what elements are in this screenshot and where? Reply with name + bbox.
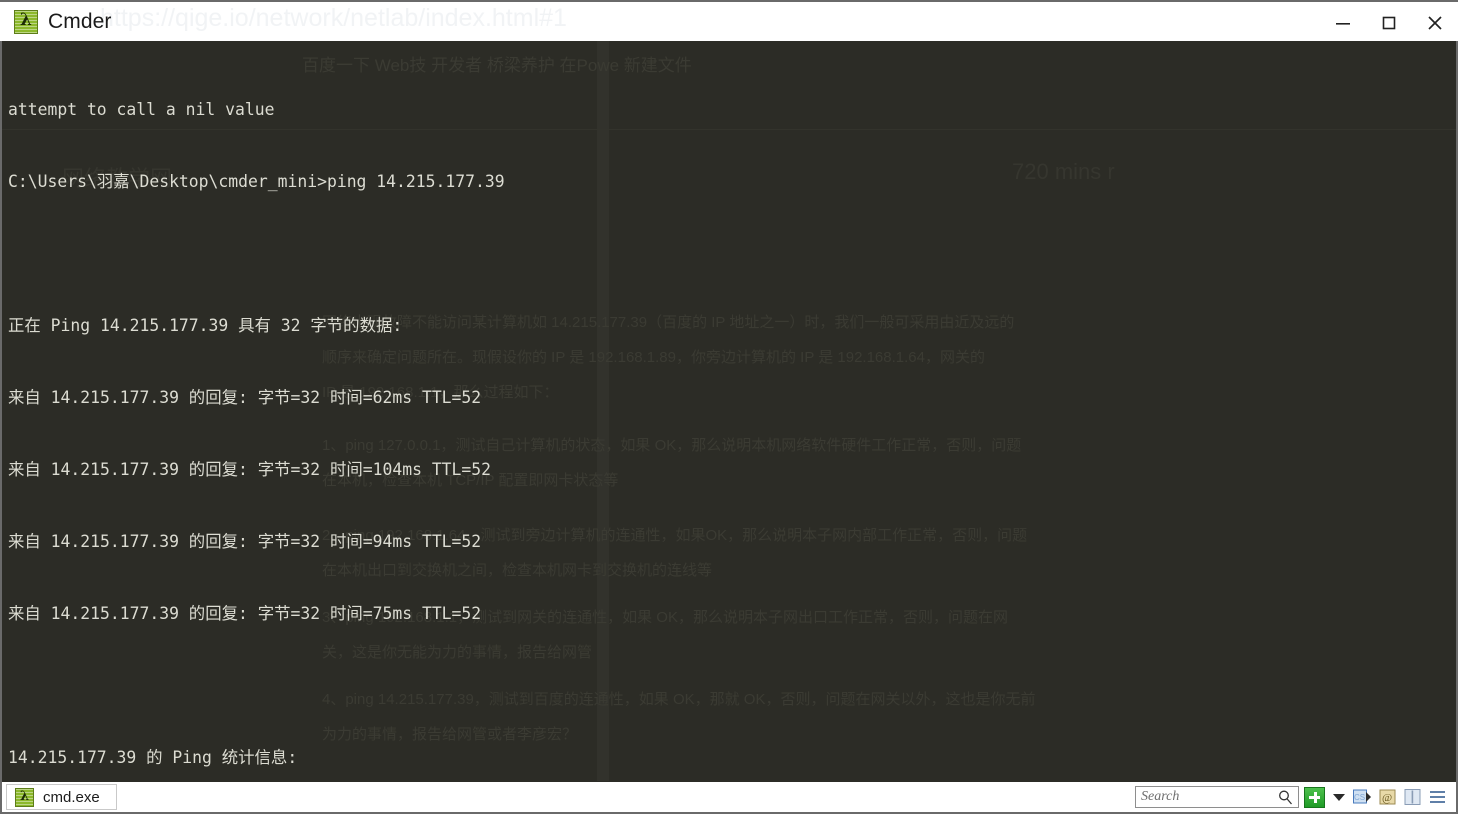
terminal-line: attempt to call a nil value — [8, 100, 275, 119]
lambda-glyph: λ — [20, 10, 32, 30]
terminal-line: 来自 14.215.177.39 的回复: 字节=32 时间=62ms TTL=… — [8, 388, 482, 407]
terminal-line: 来自 14.215.177.39 的回复: 字节=32 时间=104ms TTL… — [8, 460, 492, 479]
terminal-line: 正在 Ping 14.215.177.39 具有 32 字节的数据: — [8, 316, 403, 335]
search-icon[interactable] — [1277, 789, 1294, 811]
tab-strip: λ cmd.exe — [2, 781, 117, 813]
background-url-watermark: https://qige.io/network/netlab/index.htm… — [100, 4, 567, 32]
csdn-watermark-icon[interactable]: CS — [1353, 787, 1373, 807]
cmder-lambda-icon: λ — [14, 9, 38, 34]
terminal-line: 来自 14.215.177.39 的回复: 字节=32 时间=94ms TTL=… — [8, 532, 482, 551]
at-sign-icon[interactable]: @ — [1378, 787, 1398, 807]
terminal-panel[interactable]: 百度一下 Web技 开发者 桥梁养护 在Powe 新建文件 网络教学网 720 … — [0, 41, 1458, 782]
tab-cmd-exe[interactable]: λ cmd.exe — [6, 784, 117, 810]
chevron-down-icon[interactable] — [1333, 793, 1345, 801]
search-input[interactable]: Search — [1135, 786, 1299, 808]
terminal-line: 14.215.177.39 的 Ping 统计信息: — [8, 748, 298, 767]
window-controls — [1320, 2, 1458, 43]
close-button[interactable] — [1412, 2, 1458, 43]
window-title: Cmder — [48, 9, 112, 33]
svg-text:CS: CS — [1354, 793, 1365, 802]
svg-text:@: @ — [1382, 792, 1392, 804]
tab-lambda-icon: λ — [15, 787, 34, 807]
status-bar: λ cmd.exe Search CS @ — [0, 782, 1458, 814]
minimize-button[interactable] — [1320, 2, 1366, 43]
maximize-button[interactable] — [1366, 2, 1412, 43]
book-icon[interactable] — [1403, 787, 1423, 807]
cmder-window: https://qige.io/network/netlab/index.htm… — [0, 0, 1458, 814]
title-bar[interactable]: https://qige.io/network/netlab/index.htm… — [0, 0, 1458, 41]
tab-label: cmd.exe — [43, 788, 100, 806]
terminal-output: attempt to call a nil value C:\Users\羽嘉\… — [2, 41, 1456, 782]
terminal-line: 来自 14.215.177.39 的回复: 字节=32 时间=75ms TTL=… — [8, 604, 482, 623]
status-bar-right: Search CS @ — [1135, 781, 1456, 813]
lambda-glyph: λ — [19, 788, 30, 804]
list-icon[interactable] — [1428, 787, 1448, 807]
search-placeholder: Search — [1141, 789, 1180, 804]
new-console-button[interactable] — [1304, 786, 1325, 808]
title-bar-left: λ Cmder — [0, 9, 112, 34]
terminal-line: C:\Users\羽嘉\Desktop\cmder_mini>ping 14.2… — [8, 172, 505, 191]
